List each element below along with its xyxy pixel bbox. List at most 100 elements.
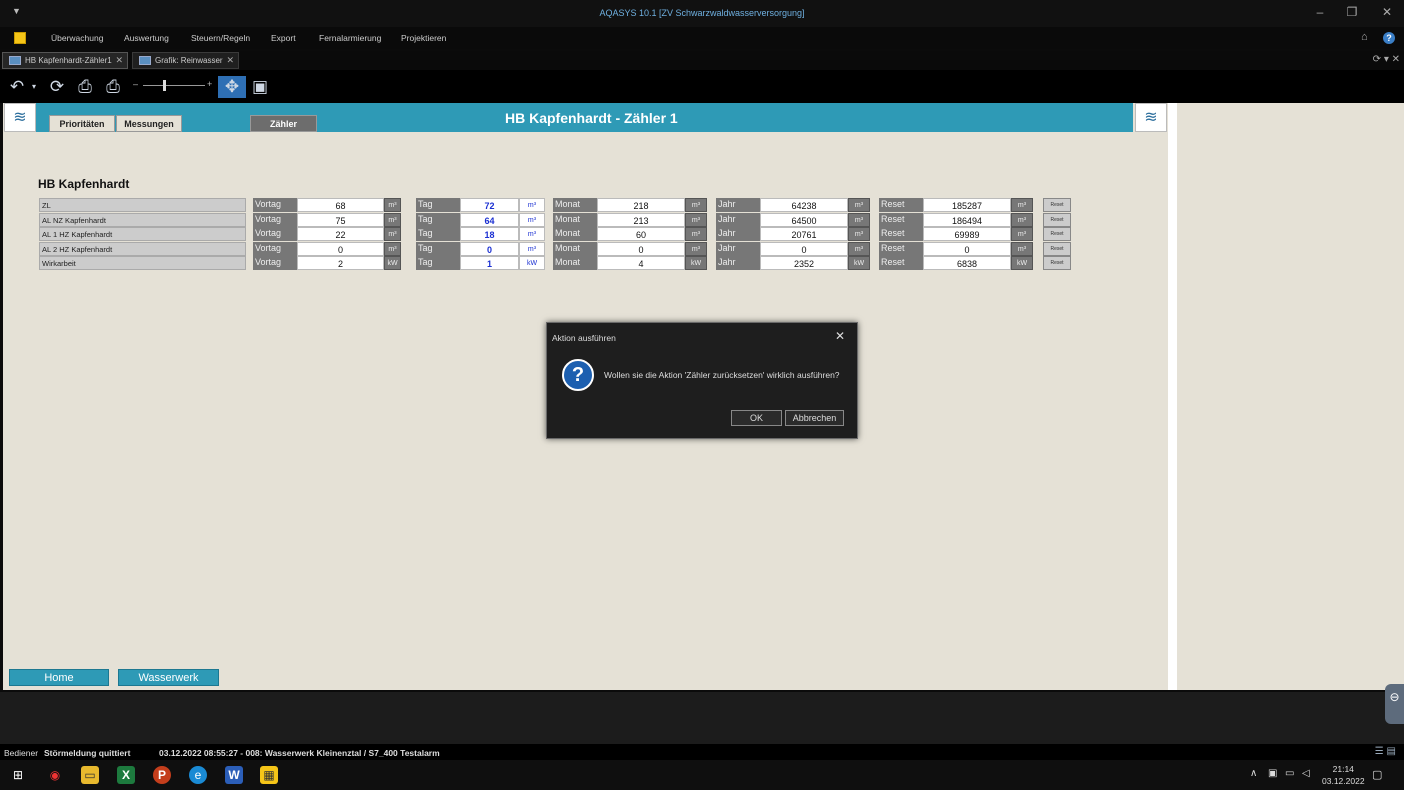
explorer-icon[interactable]: ▭ xyxy=(81,766,99,784)
tag-value: 18 xyxy=(460,227,519,241)
help-icon[interactable]: ? xyxy=(1383,32,1395,44)
restore-icon[interactable]: ❐ xyxy=(1342,5,1362,19)
status-icons[interactable]: ☰ ▤ xyxy=(1375,746,1396,757)
status-event[interactable]: 03.12.2022 08:55:27 - 008: Wasserwerk Kl… xyxy=(159,748,440,758)
cancel-button[interactable]: Abbrechen xyxy=(785,410,844,426)
jahr-unit: m³ xyxy=(848,227,870,241)
status-user: Bediener xyxy=(4,748,39,758)
tag-unit: m³ xyxy=(519,227,545,241)
dialog-close-icon[interactable]: ✕ xyxy=(835,329,845,343)
tab-close-icon[interactable]: ✕ xyxy=(226,55,234,66)
jahr-value: 64238 xyxy=(760,198,848,212)
menu-fernalarmierung[interactable]: Fernalarmierung xyxy=(319,33,381,43)
reset-unit: m³ xyxy=(1011,213,1033,227)
tray-volume-icon[interactable]: ◁ xyxy=(1302,768,1310,779)
station-title: HB Kapfenhardt xyxy=(38,177,130,191)
vortag-unit: m³ xyxy=(384,242,401,256)
tab-prioritaeten[interactable]: Prioritäten xyxy=(49,115,115,132)
tag-label: Tag xyxy=(416,213,460,227)
menu-steuern-regeln[interactable]: Steuern/Regeln xyxy=(191,33,250,43)
counter-row-label: ZL xyxy=(39,198,246,212)
tag-unit: m³ xyxy=(519,213,545,227)
reset-unit: m³ xyxy=(1011,198,1033,212)
menu-ueberwachung[interactable]: Überwachung xyxy=(51,33,103,43)
water-logo-icon: ≋ xyxy=(4,103,36,132)
wasserwerk-button[interactable]: Wasserwerk xyxy=(118,669,219,686)
vortag-label: Vortag xyxy=(253,227,297,241)
monat-unit: m³ xyxy=(685,242,707,256)
slideshow-icon[interactable]: ▣ xyxy=(249,76,271,98)
taskbar-clock[interactable]: 21:14 03.12.2022 xyxy=(1322,763,1365,787)
tray-network-icon[interactable]: ▭ xyxy=(1285,768,1294,779)
counter-reset-button[interactable]: Reset xyxy=(1043,213,1071,227)
word-icon[interactable]: W xyxy=(225,766,243,784)
tag-label: Tag xyxy=(416,198,460,212)
vortag-unit: m³ xyxy=(384,227,401,241)
tray-device-icon[interactable]: ▣ xyxy=(1268,768,1277,779)
tray-chevron-icon[interactable]: ∧ xyxy=(1250,768,1257,779)
water-logo-icon: ≋ xyxy=(1135,103,1167,132)
counter-row-label: Wirkarbeit xyxy=(39,256,246,270)
zoom-slider[interactable]: – + xyxy=(133,79,215,92)
counter-reset-button[interactable]: Reset xyxy=(1043,227,1071,241)
counter-reset-button[interactable]: Reset xyxy=(1043,198,1071,212)
tab-messungen[interactable]: Messungen xyxy=(116,115,182,132)
clock-date: 03.12.2022 xyxy=(1322,776,1365,786)
close-icon[interactable]: ✕ xyxy=(1377,5,1397,19)
jahr-value: 2352 xyxy=(760,256,848,270)
jahr-value: 20761 xyxy=(760,227,848,241)
home-button[interactable]: Home xyxy=(9,669,109,686)
tab-grafik-reinwasser[interactable]: Grafik: Reinwasser ✕ xyxy=(132,52,239,69)
tab-bar-controls[interactable]: ⟳ ▾ ✕ xyxy=(1373,54,1400,65)
reset-value: 0 xyxy=(923,242,1011,256)
status-message: Störmeldung quittiert xyxy=(44,748,131,758)
menu-auswertung[interactable]: Auswertung xyxy=(124,33,169,43)
canvas-border xyxy=(1168,103,1177,690)
tab-hb-kapfenhardt[interactable]: HB Kapfenhardt-Zähler1 ✕ xyxy=(2,52,128,69)
vortag-value: 75 xyxy=(297,213,384,227)
move-icon[interactable]: ✥ xyxy=(218,76,246,98)
start-icon[interactable]: ⊞ xyxy=(9,766,27,784)
tag-label: Tag xyxy=(416,227,460,241)
jahr-unit: m³ xyxy=(848,242,870,256)
side-panel-handle-icon[interactable]: ⊖ xyxy=(1385,684,1404,724)
counter-row-label: AL NZ Kapfenhardt xyxy=(39,213,246,227)
monat-value: 213 xyxy=(597,213,685,227)
screen-icon xyxy=(9,56,21,65)
vortag-label: Vortag xyxy=(253,213,297,227)
jahr-label: Jahr xyxy=(716,198,760,212)
ok-button[interactable]: OK xyxy=(731,410,782,426)
tab-zaehler[interactable]: Zähler xyxy=(250,115,317,132)
powerpoint-icon[interactable]: P xyxy=(153,766,171,784)
menu-projektieren[interactable]: Projektieren xyxy=(401,33,446,43)
tab-close-icon[interactable]: ✕ xyxy=(115,55,123,66)
vortag-value: 22 xyxy=(297,227,384,241)
vortag-label: Vortag xyxy=(253,242,297,256)
reset-label: Reset xyxy=(879,198,923,212)
undo-icon[interactable]: ↶ xyxy=(6,76,28,98)
minimize-icon[interactable]: – xyxy=(1310,5,1330,19)
clock-time: 21:14 xyxy=(1332,764,1354,774)
aqasys-icon[interactable]: ◉ xyxy=(46,766,64,784)
tag-value: 0 xyxy=(460,242,519,256)
counter-row-label: AL 2 HZ Kapfenhardt xyxy=(39,242,246,256)
refresh-icon[interactable]: ⟳ xyxy=(46,76,68,98)
jahr-unit: kW xyxy=(848,256,870,270)
edge-icon[interactable]: e xyxy=(189,766,207,784)
monat-label: Monat xyxy=(553,242,597,256)
undo-dropdown-icon[interactable]: ▾ xyxy=(28,76,40,98)
counter-reset-button[interactable]: Reset xyxy=(1043,242,1071,256)
zoom-slider-handle[interactable] xyxy=(163,80,166,91)
reset-unit: m³ xyxy=(1011,227,1033,241)
menu-export[interactable]: Export xyxy=(271,33,296,43)
monat-unit: m³ xyxy=(685,198,707,212)
print-preview-icon[interactable]: ⎙ xyxy=(102,76,124,98)
side-panel xyxy=(1177,103,1404,690)
tag-icon[interactable]: ⌂ xyxy=(1361,31,1368,43)
counter-reset-button[interactable]: Reset xyxy=(1043,256,1071,270)
reset-value: 186494 xyxy=(923,213,1011,227)
aqasys-active-icon[interactable]: ▦ xyxy=(260,766,278,784)
notification-icon[interactable]: ▢ xyxy=(1372,768,1382,781)
excel-icon[interactable]: X xyxy=(117,766,135,784)
print-icon[interactable]: ⎙ xyxy=(74,76,96,98)
